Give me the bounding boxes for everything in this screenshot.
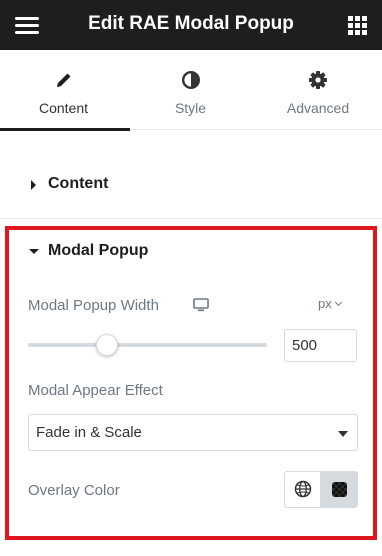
editor-header: Edit RAE Modal Popup [0, 0, 382, 50]
modal-popup-section-header[interactable]: Modal Popup [0, 232, 382, 272]
pencil-icon [56, 73, 70, 87]
caret-right-icon [31, 180, 36, 190]
chevron-down-icon [334, 298, 342, 307]
color-swatch [332, 482, 347, 497]
panel-title: Edit RAE Modal Popup [88, 13, 294, 34]
globe-icon [294, 480, 312, 498]
half-circle-icon [181, 70, 200, 90]
tab-style[interactable]: Style [127, 50, 254, 130]
appear-effect-label: Modal Appear Effect [28, 382, 163, 399]
width-number-input[interactable] [284, 329, 357, 362]
appear-effect-select[interactable]: Fade in & Scale [28, 414, 358, 451]
overlay-color-label: Overlay Color [28, 482, 120, 499]
tab-content[interactable]: Content [0, 50, 130, 131]
unit-value: px [318, 296, 332, 311]
tab-style-label: Style [174, 100, 207, 116]
tab-advanced-label: Advanced [286, 100, 350, 116]
unit-select[interactable]: px [318, 296, 342, 311]
gear-icon [309, 71, 327, 89]
modal-width-label: Modal Popup Width [28, 297, 159, 314]
overlay-color-control [284, 471, 358, 508]
content-section-title: Content [48, 175, 109, 192]
width-slider-handle[interactable] [95, 334, 118, 356]
content-section-header[interactable]: Content [0, 160, 382, 210]
dropdown-arrow-icon [338, 431, 348, 437]
caret-down-icon [29, 249, 39, 254]
panel-tabs: Content Style Advanced [0, 50, 382, 131]
color-picker-button[interactable] [321, 472, 357, 507]
modal-popup-section-title: Modal Popup [48, 242, 149, 259]
widgets-grid-icon[interactable] [348, 16, 367, 35]
width-slider-track[interactable] [28, 343, 267, 347]
tab-advanced[interactable]: Advanced [254, 50, 382, 130]
appear-effect-value: Fade in & Scale [36, 424, 142, 441]
tab-content-label: Content [38, 100, 89, 116]
monitor-icon[interactable] [193, 298, 209, 312]
section-divider [0, 218, 382, 219]
global-colors-button[interactable] [285, 472, 321, 507]
